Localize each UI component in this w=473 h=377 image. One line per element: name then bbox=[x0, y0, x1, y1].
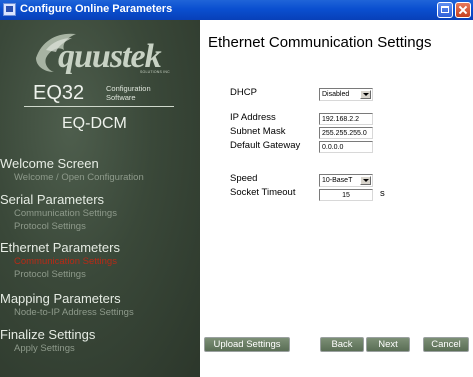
nav-header: Finalize Settings bbox=[0, 327, 96, 342]
nav-item-ethernet-communication[interactable]: Communication Settings bbox=[0, 255, 200, 268]
product-subtitle: Configuration Software bbox=[106, 84, 151, 102]
subnet-mask-label: Subnet Mask bbox=[230, 126, 286, 137]
nav-group-mapping: Mapping Parameters Node-to-IP Address Se… bbox=[0, 291, 200, 319]
nav-header: Mapping Parameters bbox=[0, 291, 121, 306]
product-subtitle-line: Software bbox=[106, 93, 136, 102]
sidebar: quustek SOLUTIONS INC EQ32 Configuration… bbox=[0, 20, 200, 377]
socket-timeout-label: Socket Timeout bbox=[230, 187, 296, 198]
ip-address-input[interactable]: 192.168.2.2 bbox=[319, 113, 373, 125]
nav-item-serial-communication[interactable]: Communication Settings bbox=[0, 207, 200, 220]
speed-select[interactable]: 10-BaseT bbox=[319, 174, 373, 187]
ip-address-label: IP Address bbox=[230, 112, 276, 123]
logo-subtext: SOLUTIONS INC bbox=[140, 70, 170, 74]
dhcp-label: DHCP bbox=[230, 87, 257, 98]
nav-header: Serial Parameters bbox=[0, 192, 105, 207]
nav-header: Ethernet Parameters bbox=[0, 240, 120, 255]
nav-group-ethernet: Ethernet Parameters Communication Settin… bbox=[0, 240, 200, 281]
main-panel: Ethernet Communication Settings DHCP Dis… bbox=[200, 20, 473, 377]
maximize-icon[interactable] bbox=[437, 2, 453, 18]
default-gateway-input[interactable]: 0.0.0.0 bbox=[319, 141, 373, 153]
product-name: EQ32 bbox=[33, 82, 85, 104]
app-icon[interactable] bbox=[3, 3, 16, 16]
next-button[interactable]: Next bbox=[366, 337, 410, 352]
product-subtitle-line: Configuration bbox=[106, 84, 151, 93]
nav-group-finalize: Finalize Settings Apply Settings bbox=[0, 327, 200, 355]
nav-item-node-to-ip[interactable]: Node-to-IP Address Settings bbox=[0, 306, 200, 319]
speed-label: Speed bbox=[230, 173, 258, 184]
device-name: EQ-DCM bbox=[62, 115, 127, 132]
subnet-mask-input[interactable]: 255.255.255.0 bbox=[319, 127, 373, 139]
chevron-down-icon[interactable] bbox=[360, 90, 371, 99]
speed-select-value: 10-BaseT bbox=[322, 177, 353, 184]
page-title: Ethernet Communication Settings bbox=[208, 34, 432, 51]
dhcp-select[interactable]: Disabled bbox=[319, 88, 373, 101]
title-bar: Configure Online Parameters bbox=[0, 0, 473, 20]
sidebar-divider bbox=[24, 106, 174, 107]
socket-timeout-input[interactable]: 15 bbox=[319, 189, 373, 201]
nav-item-ethernet-protocol[interactable]: Protocol Settings bbox=[0, 268, 200, 281]
close-icon[interactable] bbox=[455, 2, 471, 18]
nav-item-serial-protocol[interactable]: Protocol Settings bbox=[0, 220, 200, 233]
cancel-button[interactable]: Cancel bbox=[423, 337, 469, 352]
nav-item-welcome-open[interactable]: Welcome / Open Configuration bbox=[0, 171, 200, 184]
nav-group-welcome: Welcome Screen Welcome / Open Configurat… bbox=[0, 156, 200, 184]
nav-group-serial: Serial Parameters Communication Settings… bbox=[0, 192, 200, 233]
back-button[interactable]: Back bbox=[320, 337, 364, 352]
default-gateway-label: Default Gateway bbox=[230, 140, 301, 151]
upload-settings-button[interactable]: Upload Settings bbox=[204, 337, 290, 352]
chevron-down-icon[interactable] bbox=[360, 176, 371, 185]
socket-timeout-unit: s bbox=[380, 188, 385, 199]
nav-item-apply-settings[interactable]: Apply Settings bbox=[0, 342, 200, 355]
dhcp-select-value: Disabled bbox=[322, 91, 350, 98]
window-title: Configure Online Parameters bbox=[20, 3, 173, 15]
nav-header: Welcome Screen bbox=[0, 156, 99, 171]
